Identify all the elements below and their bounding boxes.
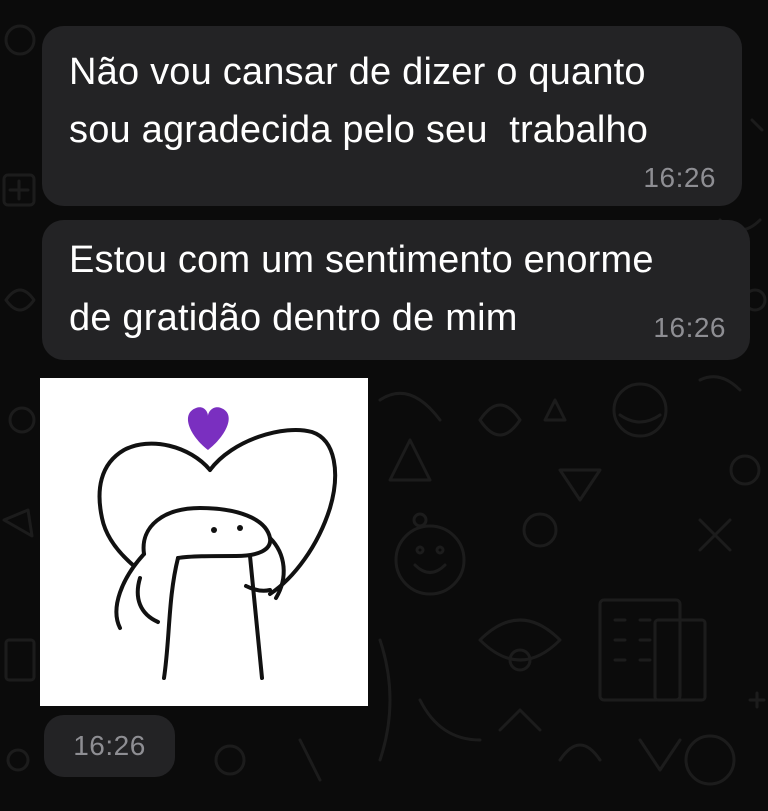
sticker-image[interactable] xyxy=(40,378,368,706)
message-timestamp: 16:26 xyxy=(643,162,716,193)
sticker-timestamp: 16:26 xyxy=(44,715,175,777)
purple-heart-icon xyxy=(187,407,229,450)
message-bubble[interactable]: Não vou cansar de dizer o quanto sou agr… xyxy=(42,26,742,206)
message-text: Estou com um sentimento enorme de gratid… xyxy=(69,239,654,339)
message-text: Não vou cansar de dizer o quanto sou agr… xyxy=(69,51,649,151)
hug-heart-sticker-icon xyxy=(97,407,338,680)
message-timestamp: 16:26 xyxy=(653,312,726,343)
message-bubble[interactable]: Estou com um sentimento enorme de gratid… xyxy=(42,220,750,360)
